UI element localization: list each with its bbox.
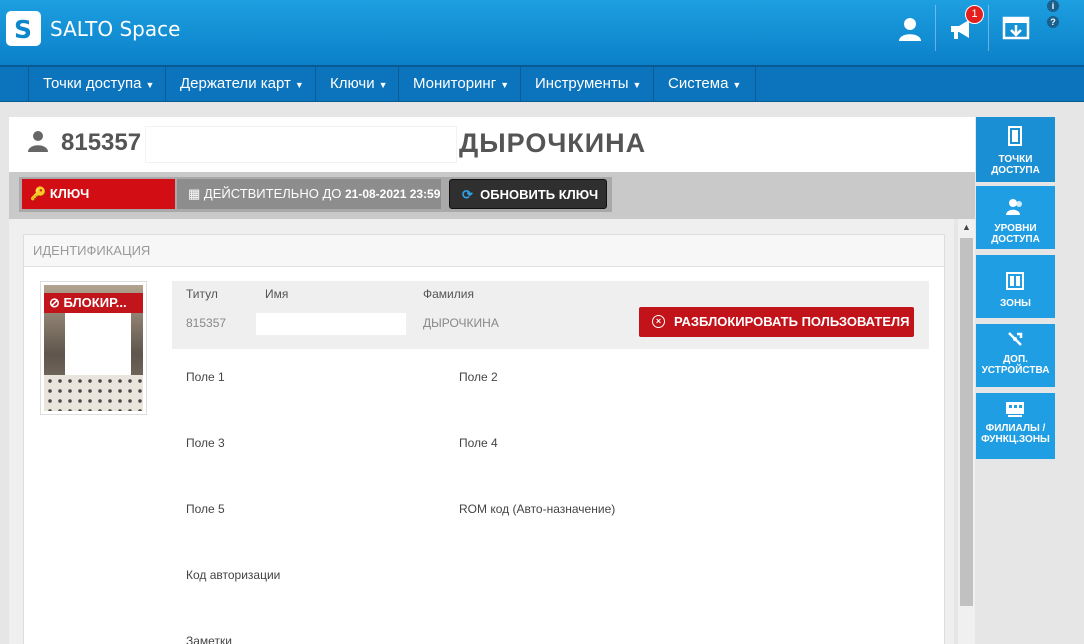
redacted-name	[146, 127, 456, 162]
blocked-user-icon: ⊘	[49, 295, 60, 310]
valid-until-date: 21-08-2021 23:59	[344, 187, 441, 201]
nav-access-points[interactable]: Точки доступа ▼	[28, 67, 168, 101]
chevron-down-icon: ▼	[294, 80, 304, 90]
zones-icon	[1006, 272, 1024, 290]
rom-code-label: ROM код (Авто-назначение)	[459, 502, 616, 516]
section-title: ИДЕНТИФИКАЦИЯ	[24, 235, 944, 267]
refresh-key-button[interactable]: ⟳ ОБНОВИТЬ КЛЮЧ	[449, 179, 607, 209]
nav-label: Держатели карт	[180, 75, 291, 92]
download-icon[interactable]	[1001, 14, 1031, 44]
nav-tools[interactable]: Инструменты ▼	[520, 67, 655, 101]
refresh-key-label: ОБНОВИТЬ КЛЮЧ	[480, 187, 599, 202]
first-name-label: Имя	[265, 287, 289, 301]
refresh-icon: ⟳	[462, 187, 473, 202]
key-status-bar: 🔑 КЛЮЧ ПРОСРОЧЕН ▦ ДЕЙСТВИТЕЛЬНО ДО 21-0…	[9, 172, 975, 231]
sidebar-label: ЗОНЫ	[1000, 298, 1031, 309]
sidebar-extra-devices[interactable]: ДОП. УСТРОЙСТВА	[976, 324, 1055, 390]
branches-icon	[1006, 402, 1024, 417]
devices-icon	[1008, 332, 1023, 346]
last-name-value: ДЫРОЧКИНА	[423, 316, 499, 330]
identification-panel: ИДЕНТИФИКАЦИЯ ⊘ БЛОКИР... Титул Имя Фами…	[23, 234, 945, 644]
chevron-down-icon: ▼	[732, 80, 742, 90]
field-4-label: Поле 4	[459, 436, 498, 450]
title-value: 815357	[186, 316, 227, 330]
door-icon	[1008, 126, 1022, 146]
sidebar-zones[interactable]: ЗОНЫ	[976, 255, 1055, 321]
valid-until-label: ▦ ДЕЙСТВИТЕЛЬНО ДО 21-08-2021 23:59	[177, 179, 441, 209]
valid-until-text: ДЕЙСТВИТЕЛЬНО ДО	[203, 186, 342, 201]
chevron-down-icon: ▼	[145, 80, 155, 90]
user-photo[interactable]: ⊘ БЛОКИР...	[40, 281, 147, 415]
salto-logo[interactable]: S	[6, 11, 41, 46]
sidebar-access-points[interactable]: ТОЧКИ ДОСТУПА	[976, 117, 1055, 185]
nav-cardholders[interactable]: Держатели карт ▼	[165, 67, 318, 101]
logo-letter: S	[14, 15, 33, 44]
info-icon[interactable]: i	[1047, 0, 1059, 12]
sidebar-label: ДОП. УСТРОЙСТВА	[981, 354, 1050, 376]
name-strip: Титул Имя Фамилия 815357 ДЫРОЧКИНА × РАЗ…	[172, 281, 929, 349]
user-last-name: ДЫРОЧКИНА	[459, 128, 647, 158]
field-2-label: Поле 2	[459, 370, 498, 384]
top-bar: S SALTO Space 1 i ?	[0, 0, 1084, 65]
notes-label: Заметки	[186, 634, 232, 644]
sidebar-branches[interactable]: ФИЛИАЛЫ / ФУНКЦ.ЗОНЫ	[976, 393, 1055, 462]
nav-system[interactable]: Система ▼	[653, 67, 757, 101]
close-circle-icon: ×	[652, 315, 665, 328]
help-icon[interactable]: ?	[1047, 16, 1059, 28]
nav-keys[interactable]: Ключи ▼	[315, 67, 402, 101]
user-id: 815357	[61, 129, 142, 156]
scroll-up-arrow-icon[interactable]: ▲	[958, 219, 975, 236]
user-header: 815357 ДЫРОЧКИНА	[9, 117, 975, 172]
title-label: Титул	[186, 287, 218, 301]
sidebar-access-levels[interactable]: УРОВНИ ДОСТУПА	[976, 186, 1055, 252]
nav-label: Точки доступа	[43, 75, 142, 92]
users-icon	[1006, 199, 1022, 215]
scroll-thumb[interactable]	[960, 238, 973, 606]
nav-label: Инструменты	[535, 75, 629, 92]
last-name-label: Фамилия	[423, 287, 474, 301]
nav-label: Ключи	[330, 75, 375, 92]
user-profile-icon[interactable]	[895, 14, 925, 44]
nav-label: Мониторинг	[413, 75, 497, 92]
redacted-face	[65, 309, 131, 376]
app-title: SALTO Space	[50, 17, 181, 41]
vertical-scrollbar[interactable]: ▲	[958, 219, 975, 644]
auth-code-label: Код авторизации	[186, 568, 281, 582]
chevron-down-icon: ▼	[632, 80, 642, 90]
notification-badge: 1	[965, 5, 984, 24]
user-icon	[26, 129, 50, 153]
field-3-label: Поле 3	[186, 436, 225, 450]
chevron-down-icon: ▼	[378, 80, 388, 90]
divider	[988, 5, 989, 51]
unblock-label: РАЗБЛОКИРОВАТЬ ПОЛЬЗОВАТЕЛЯ	[674, 314, 910, 329]
chevron-down-icon: ▼	[500, 80, 510, 90]
photo-shirt	[44, 375, 143, 411]
key-icon: 🔑	[30, 186, 47, 201]
nav-label: Система	[668, 75, 729, 92]
unblock-user-button[interactable]: × РАЗБЛОКИРОВАТЬ ПОЛЬЗОВАТЕЛЯ	[639, 307, 914, 337]
sidebar-label: ФИЛИАЛЫ / ФУНКЦ.ЗОНЫ	[981, 423, 1050, 445]
divider	[935, 5, 936, 51]
field-1-label: Поле 1	[186, 370, 225, 384]
nav-monitoring[interactable]: Мониторинг ▼	[398, 67, 523, 101]
blocked-badge: ⊘ БЛОКИР...	[44, 293, 143, 313]
calendar-icon: ▦	[188, 186, 201, 201]
field-5-label: Поле 5	[186, 502, 225, 516]
content-area: ИДЕНТИФИКАЦИЯ ⊘ БЛОКИР... Титул Имя Фами…	[9, 219, 954, 644]
blocked-text: БЛОКИР...	[63, 295, 127, 310]
sidebar-label: УРОВНИ ДОСТУПА	[991, 223, 1040, 245]
key-expired-badge: 🔑 КЛЮЧ ПРОСРОЧЕН	[22, 179, 175, 231]
redacted-first-name	[256, 313, 406, 335]
main-nav: Точки доступа ▼ Держатели карт ▼ Ключи ▼ Мо…	[0, 65, 1084, 102]
sidebar-label: ТОЧКИ ДОСТУПА	[991, 154, 1040, 176]
